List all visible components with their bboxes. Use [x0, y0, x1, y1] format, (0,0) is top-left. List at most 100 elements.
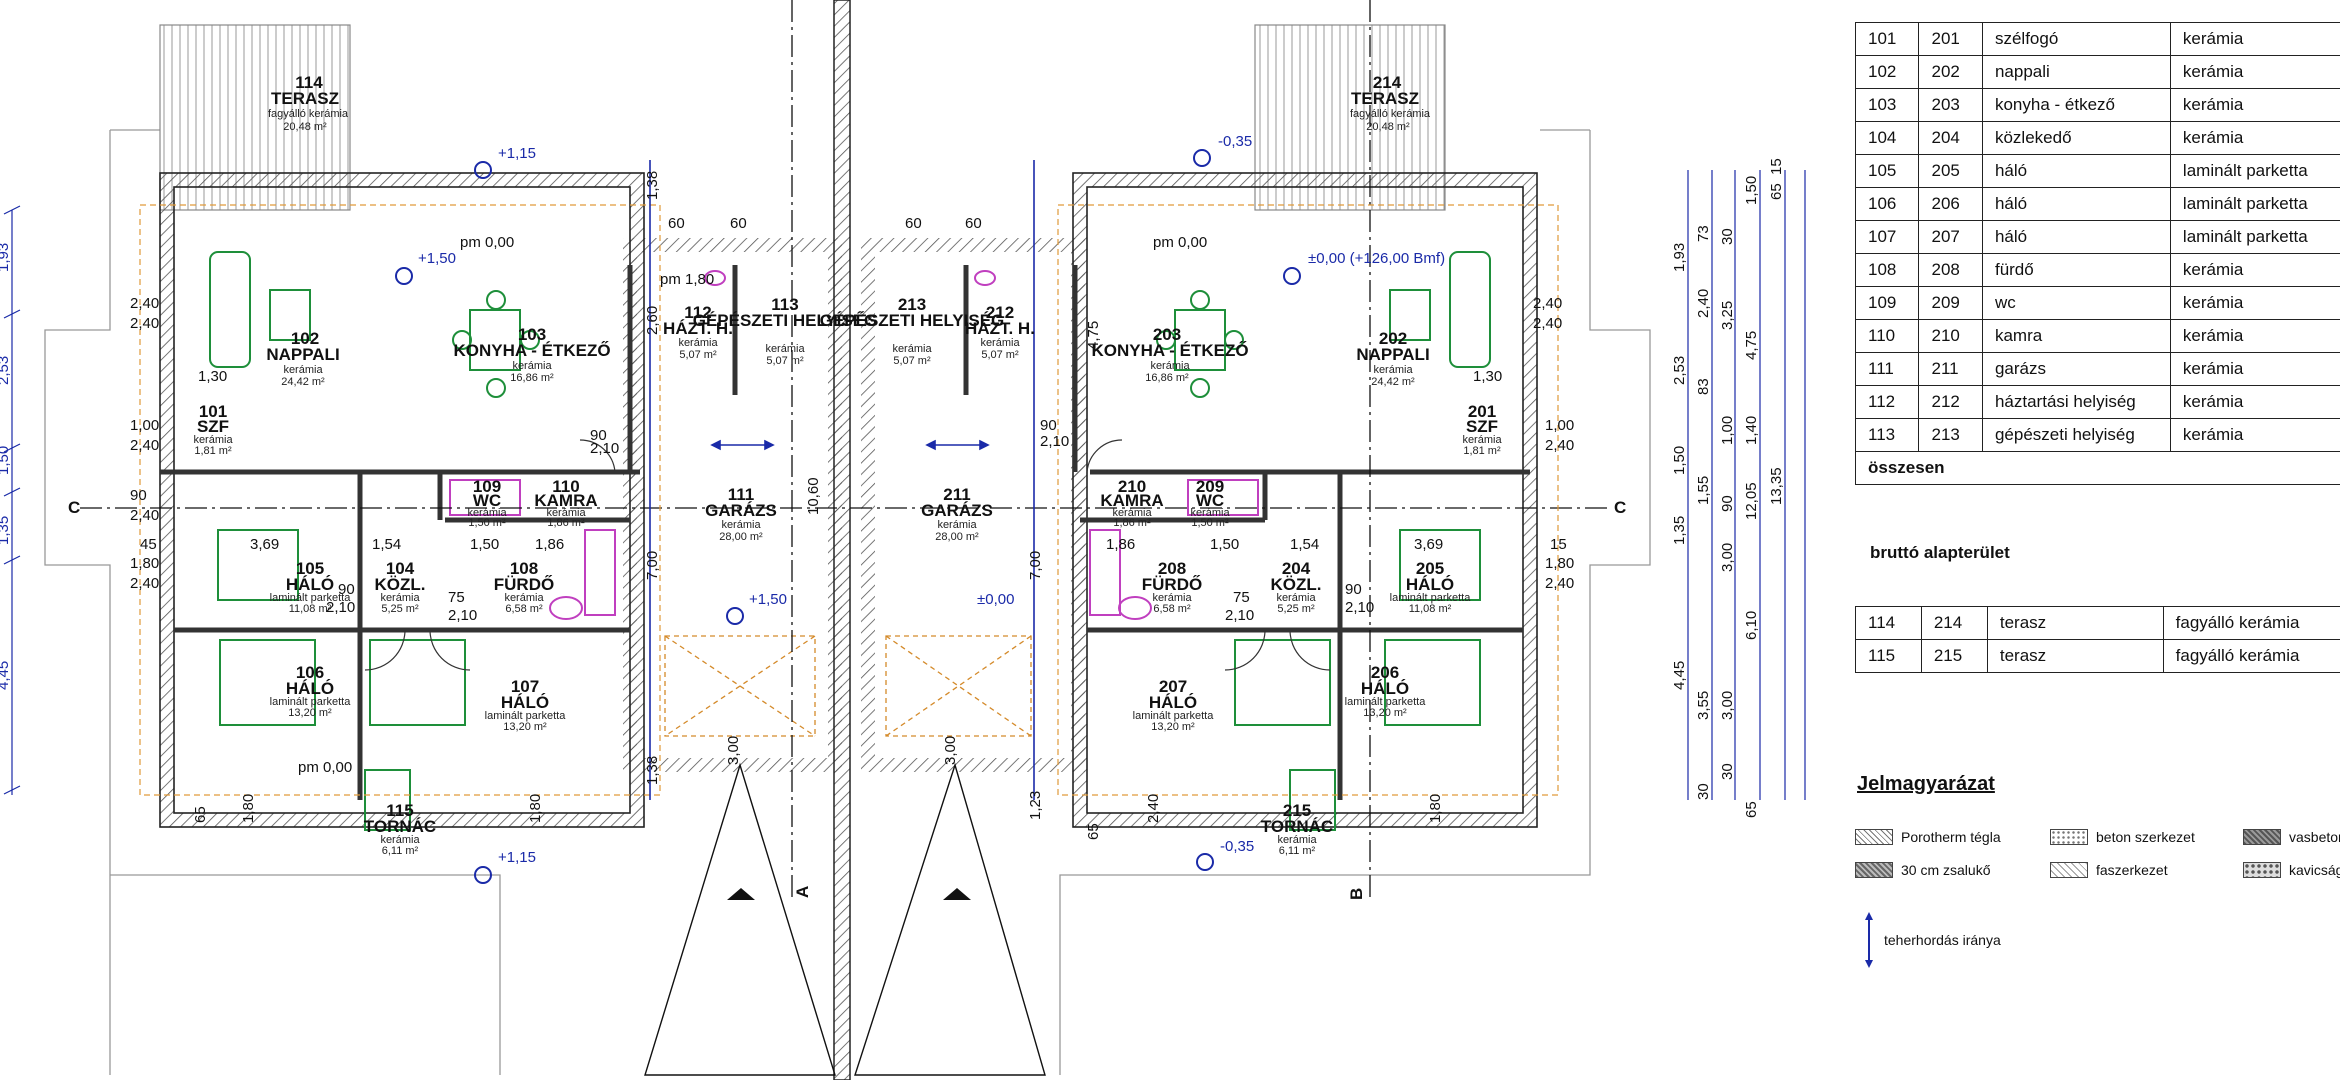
room-schedule: 101 201 szélfogó kerámia 102 202 nappali kerámi… [1854, 22, 2340, 485]
legend-item: 30 cm zsalukő [1855, 862, 1990, 878]
table-row: 104 204 közlekedő kerámia [1854, 121, 2340, 155]
legend-label: Porotherm tégla [1901, 829, 2001, 845]
svg-text:6,58 m²: 6,58 m² [505, 603, 543, 615]
cell-b: 211 [1918, 352, 1983, 386]
terrace-schedule: 114 214 terasz fagyálló kerámia 115 215 terasz… [1855, 606, 2340, 673]
room-103: 103 KONYHA - ÉTKEZŐ kerámia 16,86 m² [453, 325, 610, 384]
terrace-schedule-table: 114 214 terasz fagyálló kerámia 115 215 terasz… [1855, 606, 2340, 673]
svg-text:5,25 m²: 5,25 m² [1277, 603, 1315, 615]
svg-text:15: 15 [1550, 536, 1567, 553]
legend-item: vasbeton [2243, 829, 2340, 845]
cell-floor: kerámia [2169, 352, 2340, 386]
dim-lines-left [3, 205, 21, 795]
svg-text:2,40: 2,40 [130, 507, 159, 524]
table-row: 107 207 háló laminált parketta [1854, 220, 2340, 254]
level-text: +1,15 [498, 849, 536, 866]
svg-text:3,00: 3,00 [942, 736, 959, 765]
svg-text:1,00: 1,00 [130, 417, 159, 434]
level-text: -0,35 [1218, 133, 1252, 150]
cell-floor: kerámia [2169, 319, 2340, 353]
cell-name: szélfogó [1981, 22, 2171, 56]
dim-right4: 65 [1743, 801, 1760, 818]
cell-name: kamra [1981, 319, 2171, 353]
legend-swatch [1855, 829, 1893, 845]
table-row: 115 215 terasz fagyálló kerámia [1855, 639, 2340, 673]
cell-b: 205 [1918, 154, 1983, 188]
room-207: 207 HÁLÓ laminált parketta 13,20 m² [1133, 677, 1215, 733]
cell-b: 201 [1918, 22, 1983, 56]
svg-text:kerámia: kerámia [937, 519, 977, 531]
cell-a: 113 [1854, 418, 1920, 452]
level-text: pm 0,00 [1153, 234, 1207, 251]
room-107: 107 HÁLÓ laminált parketta 13,20 m² [485, 677, 567, 733]
cell-b: 213 [1918, 418, 1983, 452]
cell-floor: kerámia [2169, 121, 2340, 155]
svg-text:kerámia: kerámia [721, 519, 761, 531]
svg-text:7,00: 7,00 [1027, 551, 1044, 580]
svg-text:90: 90 [1345, 581, 1362, 598]
cell-floor: kerámia [2169, 385, 2340, 419]
legend-item: beton szerkezet [2050, 829, 2195, 845]
room-schedule-table: 101 201 szélfogó kerámia 102 202 nappali kerámi… [1854, 22, 2340, 485]
svg-text:20,48 m²: 20,48 m² [1366, 121, 1410, 133]
level-text: pm 1,80 [660, 271, 714, 288]
svg-text:2,40: 2,40 [130, 295, 159, 312]
room-115: 115 TORNÁC kerámia 6,11 m² [364, 801, 436, 857]
dim-right3: 3,00 [1719, 543, 1736, 572]
svg-text:7,00: 7,00 [644, 551, 661, 580]
svg-text:1,80: 1,80 [1545, 555, 1574, 572]
section-mark-a: A [793, 886, 812, 898]
level-text: +1,50 [749, 591, 787, 608]
svg-text:24,42 m²: 24,42 m² [1371, 376, 1415, 388]
svg-text:GARÁZS: GARÁZS [921, 501, 993, 520]
cell-a: 103 [1854, 88, 1920, 122]
svg-text:1,50 m²: 1,50 m² [1191, 517, 1229, 529]
cell-b: 202 [1918, 55, 1983, 89]
legend-swatch [2050, 829, 2088, 845]
svg-text:1,38: 1,38 [644, 756, 661, 785]
table-row: 103 203 konyha - étkező kerámia [1854, 88, 2340, 122]
svg-text:5,07 m²: 5,07 m² [679, 349, 717, 361]
cell-b: 208 [1918, 253, 1983, 287]
legend-swatch [2243, 862, 2281, 878]
svg-text:GÉPÉSZETI HELYISÉG: GÉPÉSZETI HELYISÉG [820, 311, 1005, 330]
room-108: 108 FÜRDŐ kerámia 6,58 m² [494, 559, 554, 615]
legend-item-bearing: teherhordás iránya [1862, 912, 2001, 968]
table-row: 105 205 háló laminált parketta [1854, 154, 2340, 188]
cell-a: 101 [1854, 22, 1920, 56]
svg-text:6,11 m²: 6,11 m² [1279, 845, 1316, 857]
svg-text:kerámia: kerámia [1373, 364, 1413, 376]
svg-text:1,50: 1,50 [1210, 536, 1239, 553]
svg-text:16,86 m²: 16,86 m² [510, 372, 554, 384]
dim-right4: 6,10 [1743, 611, 1760, 640]
dim-right4: 1,50 [1743, 176, 1760, 205]
dim-right3: 1,00 [1719, 416, 1736, 445]
svg-text:3,69: 3,69 [250, 536, 279, 553]
svg-text:20,48 m²: 20,48 m² [283, 121, 327, 133]
section-mark-b: B [1347, 888, 1366, 900]
dim-right3: 30 [1719, 228, 1736, 245]
svg-text:KONYHA - ÉTKEZŐ: KONYHA - ÉTKEZŐ [453, 341, 610, 360]
dim-left: 1,50 [0, 446, 12, 475]
cell-name: terasz [1986, 606, 2164, 640]
cell-floor: fagyálló kerámia [2162, 606, 2340, 640]
svg-text:90: 90 [1040, 417, 1057, 434]
cell-floor: kerámia [2169, 88, 2340, 122]
svg-text:60: 60 [668, 215, 685, 232]
cell-b: 207 [1918, 220, 1983, 254]
svg-text:1,80: 1,80 [240, 794, 257, 823]
cell-floor: laminált parketta [2169, 187, 2340, 221]
cell-floor: kerámia [2169, 286, 2340, 320]
svg-text:1,80: 1,80 [527, 794, 544, 823]
svg-text:2,40: 2,40 [1533, 295, 1562, 312]
dim-right3: 3,25 [1719, 301, 1736, 330]
svg-text:1,00: 1,00 [1545, 417, 1574, 434]
svg-text:13,20 m²: 13,20 m² [503, 721, 547, 733]
dim-left: 4,45 [0, 661, 12, 690]
svg-text:1,30: 1,30 [198, 368, 227, 385]
level-text: pm 0,00 [298, 759, 352, 776]
svg-text:2,10: 2,10 [1225, 607, 1254, 624]
svg-text:1,80: 1,80 [1427, 794, 1444, 823]
room-202: 202 NAPPALI kerámia 24,42 m² [1356, 329, 1429, 388]
svg-text:3,69: 3,69 [1414, 536, 1443, 553]
